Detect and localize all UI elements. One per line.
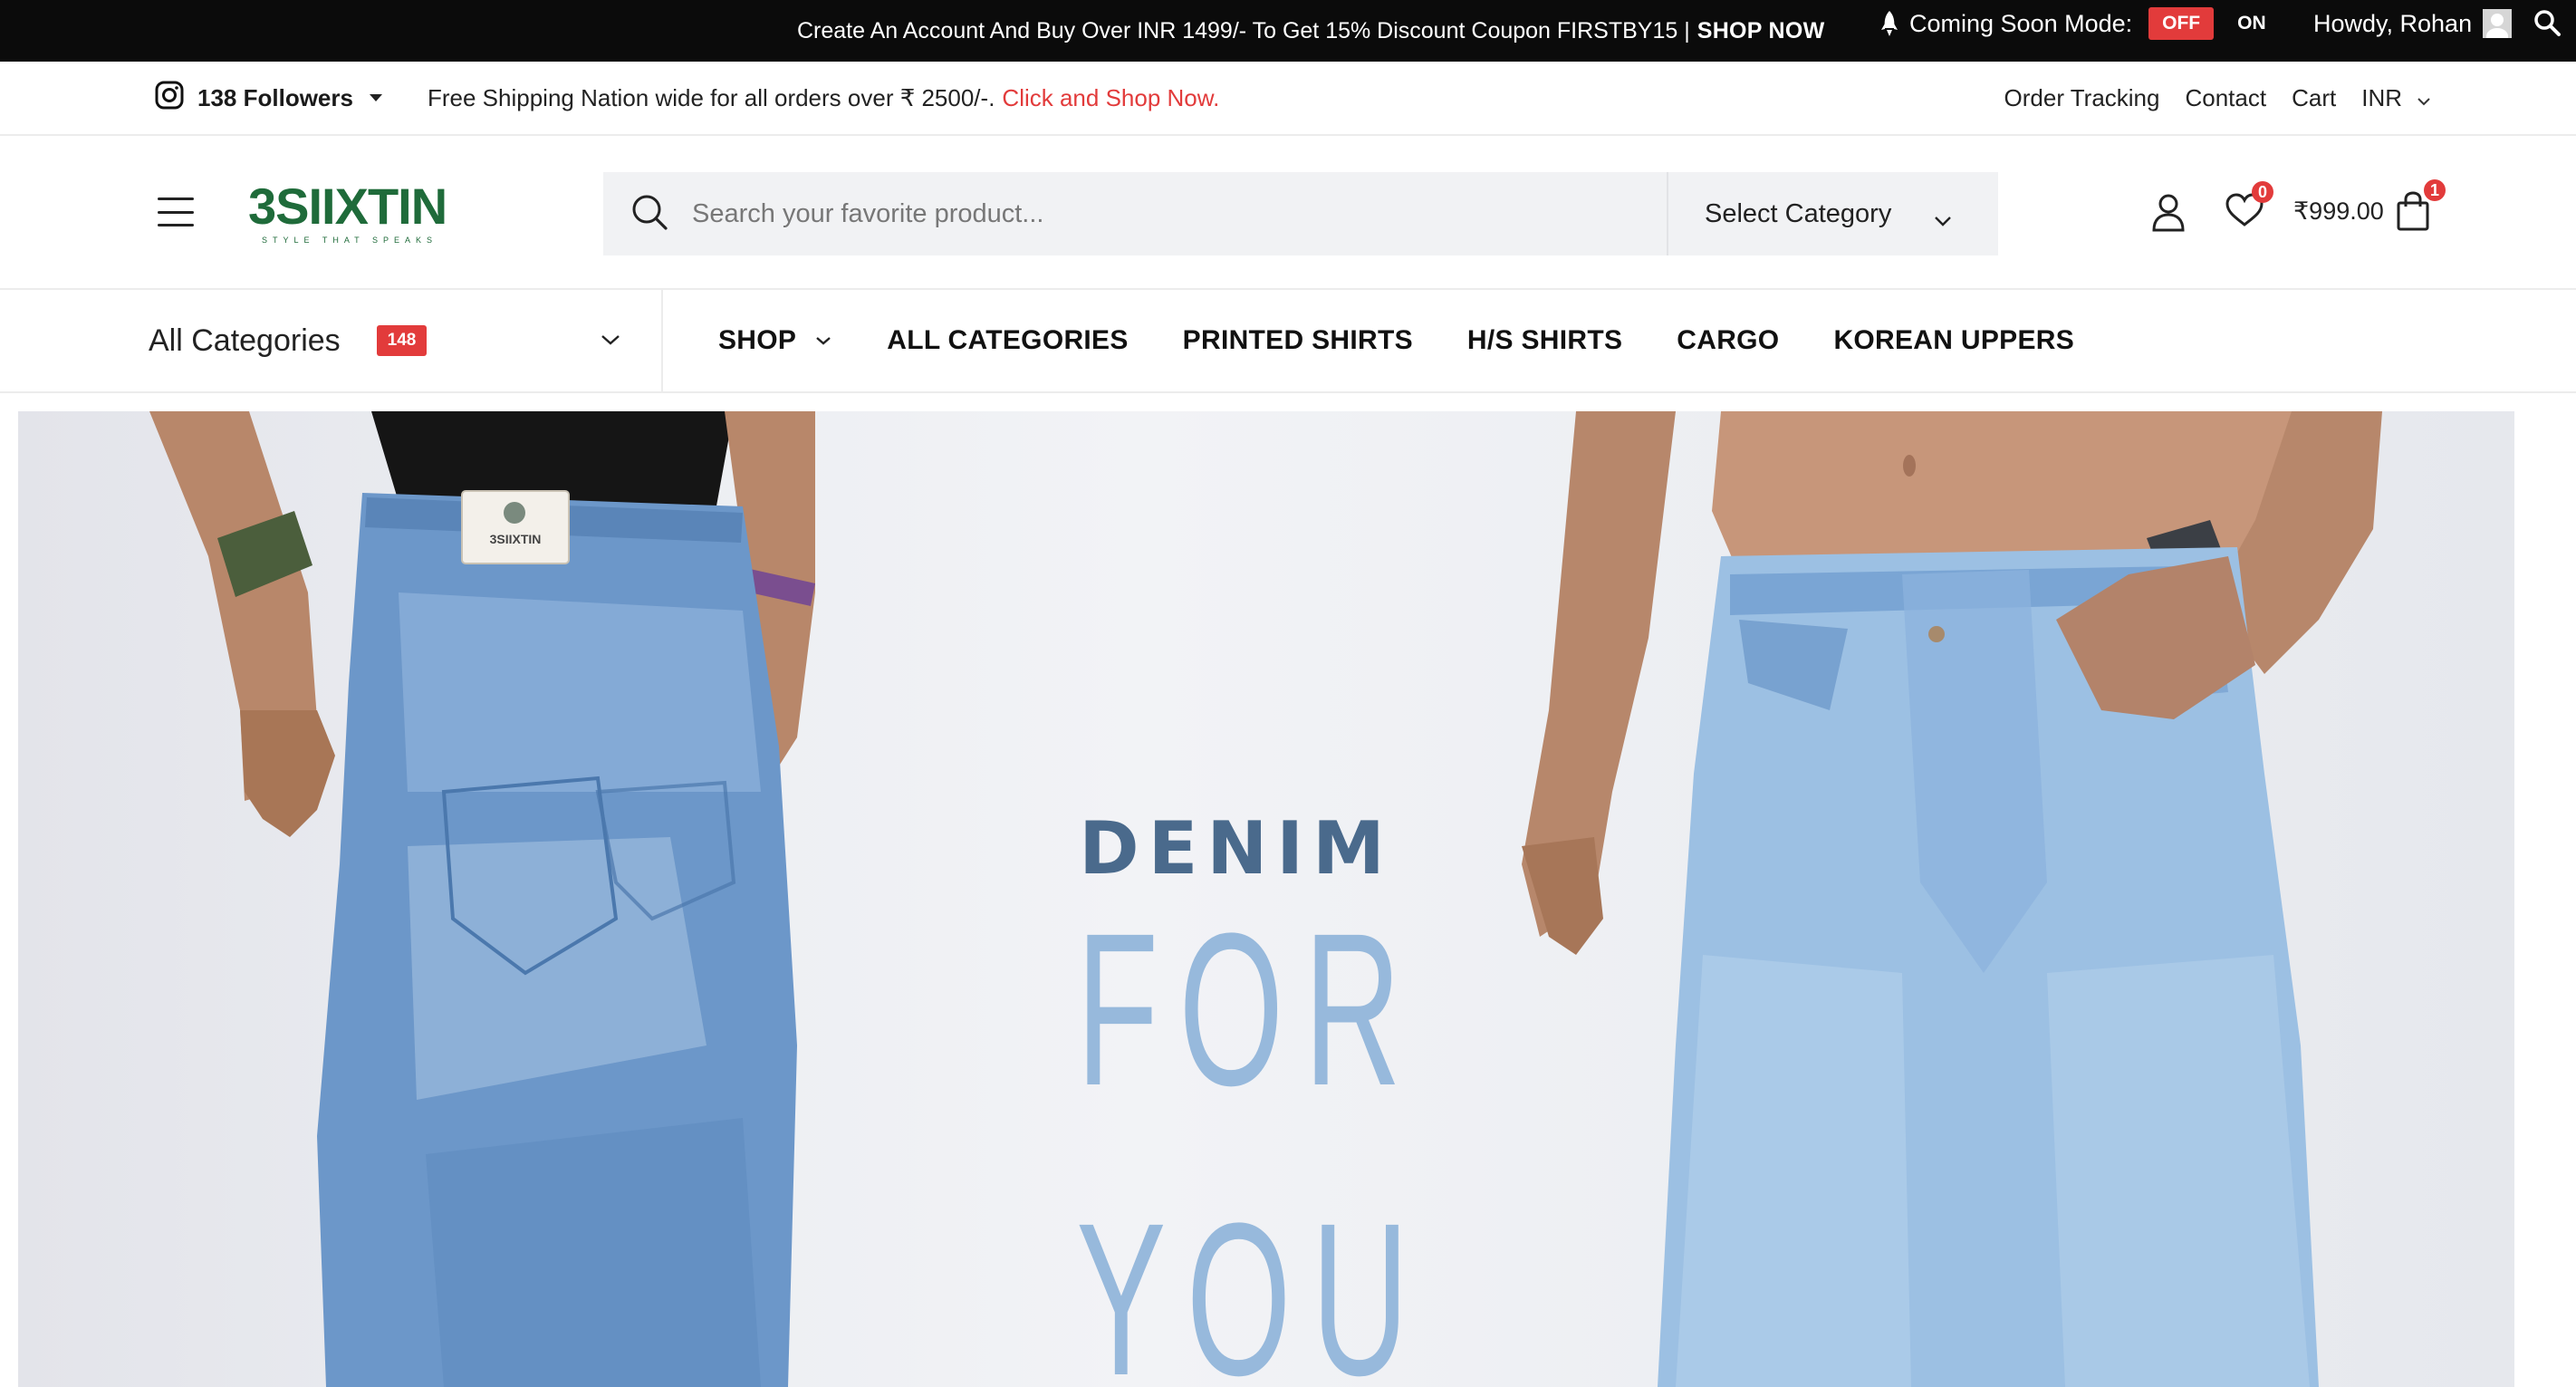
shipping-notice: Free Shipping Nation wide for all orders… — [428, 62, 1219, 134]
wishlist-button[interactable]: 0 — [2225, 181, 2273, 233]
cart-total[interactable]: ₹999.00 — [2293, 197, 2384, 226]
menu-item-label: SHOP — [718, 325, 797, 355]
currency-label: INR — [2361, 83, 2402, 111]
chevron-down-icon — [600, 333, 621, 351]
search-icon[interactable] — [630, 193, 668, 236]
primary-menu: SHOP ALL CATEGORIES PRINTED SHIRTS H/S S… — [718, 290, 2074, 391]
admin-promo-bar: Create An Account And Buy Over INR 1499/… — [0, 0, 2576, 62]
contact-link[interactable]: Contact — [2185, 84, 2266, 112]
caret-down-icon — [369, 94, 382, 101]
cart-count-badge: 1 — [2424, 179, 2446, 201]
coming-soon-off-toggle[interactable]: OFF — [2148, 7, 2215, 40]
promo-text: Create An Account And Buy Over INR 1499/… — [797, 17, 1690, 43]
followers-count: 138 Followers — [197, 83, 353, 111]
search-input[interactable] — [692, 198, 1634, 229]
promo-banner: Create An Account And Buy Over INR 1499/… — [797, 0, 1825, 62]
product-search: Select Category — [603, 172, 1998, 255]
howdy-text: Howdy, Rohan — [2313, 9, 2473, 37]
account-menu[interactable]: Howdy, Rohan — [2313, 0, 2513, 47]
rocket-icon — [1880, 10, 1898, 37]
menu-item-hs-shirts[interactable]: H/S SHIRTS — [1467, 325, 1622, 356]
shop-now-link[interactable]: SHOP NOW — [1697, 18, 1825, 44]
coming-soon-label: Coming Soon Mode: — [1909, 9, 2133, 37]
menu-item-cargo[interactable]: CARGO — [1677, 325, 1779, 356]
avatar — [2483, 9, 2513, 38]
chevron-down-icon — [816, 337, 831, 345]
site-header: 3SIIXTIN STYLE THAT SPEAKS Select Catego… — [0, 136, 2576, 290]
admin-search-icon[interactable] — [2533, 9, 2561, 41]
coming-soon-on-toggle[interactable]: ON — [2237, 13, 2266, 34]
category-select[interactable]: Select Category — [1667, 172, 1998, 255]
hero-subheadline: FOR YOU — [1076, 888, 1429, 1387]
instagram-followers[interactable]: 138 Followers — [154, 62, 382, 134]
logo-wordmark: 3SIIXTIN — [248, 178, 447, 235]
chevron-down-icon — [1933, 205, 1953, 235]
cart-link[interactable]: Cart — [2292, 84, 2336, 112]
logo-tagline: STYLE THAT SPEAKS — [261, 236, 438, 245]
category-count-badge: 148 — [376, 325, 428, 356]
category-select-label: Select Category — [1705, 198, 1892, 228]
user-account-icon[interactable] — [2150, 192, 2187, 236]
shipping-text: Free Shipping Nation wide for all orders… — [428, 83, 995, 111]
order-tracking-link[interactable]: Order Tracking — [2004, 84, 2160, 112]
site-logo[interactable]: 3SIIXTIN STYLE THAT SPEAKS — [248, 178, 451, 246]
utility-links: Order Tracking Contact Cart INR — [2004, 62, 2431, 134]
shop-now-link[interactable]: Click and Shop Now. — [1002, 84, 1219, 112]
all-categories-dropdown[interactable]: All Categories 148 — [0, 290, 663, 391]
hero-banner[interactable]: 3SIIXTIN DENIM FOR YOU — [18, 411, 2514, 1387]
menu-item-all-categories[interactable]: ALL CATEGORIES — [887, 325, 1128, 356]
main-navigation: All Categories 148 SHOP ALL CATEGORIES P… — [0, 290, 2576, 393]
coming-soon-mode: Coming Soon Mode: OFF ON — [1880, 0, 2266, 47]
all-categories-label: All Categories — [149, 323, 341, 358]
jeans-label-text: 3SIIXTIN — [490, 532, 542, 546]
instagram-icon — [154, 80, 185, 117]
chevron-down-icon — [2417, 84, 2431, 112]
cart-button[interactable]: 1 — [2395, 179, 2446, 236]
info-bar: 138 Followers Free Shipping Nation wide … — [0, 62, 2576, 136]
menu-item-korean-uppers[interactable]: KOREAN UPPERS — [1833, 325, 2074, 356]
wishlist-count-badge: 0 — [2252, 181, 2273, 203]
menu-item-printed-shirts[interactable]: PRINTED SHIRTS — [1183, 325, 1413, 356]
menu-item-shop[interactable]: SHOP — [718, 325, 832, 356]
currency-switcher[interactable]: INR — [2361, 84, 2431, 112]
hamburger-menu-icon[interactable] — [158, 197, 194, 226]
